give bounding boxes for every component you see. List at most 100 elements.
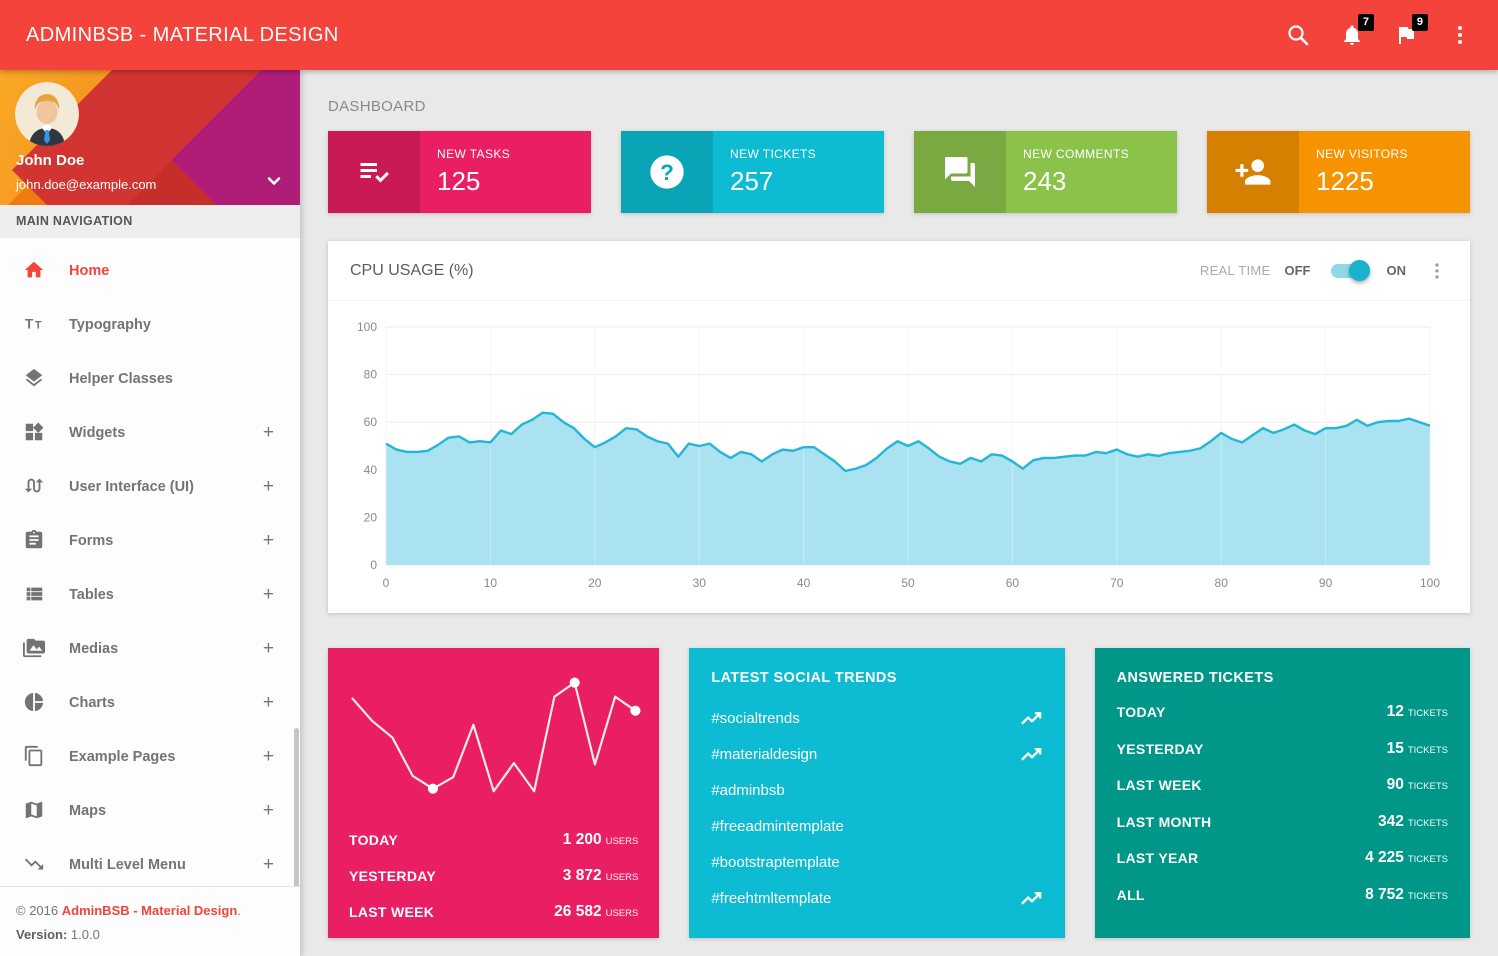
svg-text:20: 20: [364, 510, 378, 524]
notifications-badge: 7: [1358, 14, 1374, 31]
svg-text:T: T: [35, 320, 42, 332]
sidebar-item-user-interface[interactable]: User Interface (UI) +: [0, 460, 300, 514]
map-icon: [23, 799, 47, 823]
svg-text:70: 70: [1110, 576, 1124, 590]
svg-text:60: 60: [364, 415, 378, 429]
svg-text:80: 80: [364, 368, 378, 382]
social-trends-card: LATEST SOCIAL TRENDS #socialtrends #mate…: [689, 648, 1064, 938]
trending-up-icon: [1020, 888, 1043, 908]
ticket-row: ALL 8 752TICKETS: [1117, 877, 1448, 914]
trend-row[interactable]: #adminbsb: [711, 772, 1042, 808]
widgets-icon: [23, 421, 47, 445]
expand-plus-icon[interactable]: +: [263, 854, 274, 876]
expand-plus-icon[interactable]: +: [263, 692, 274, 714]
sidebar-item-helper-classes[interactable]: Helper Classes: [0, 352, 300, 406]
info-box-new-comments[interactable]: NEW COMMENTS 243: [914, 131, 1177, 213]
pie-chart-icon: [23, 691, 47, 715]
sidebar-scrollbar[interactable]: [294, 728, 299, 886]
info-box-label: NEW TICKETS: [730, 147, 816, 161]
page-title: DASHBOARD: [328, 98, 1470, 115]
expand-plus-icon[interactable]: +: [263, 476, 274, 498]
cpu-usage-chart: 0204060801000102030405060708090100: [334, 313, 1460, 605]
sidebar-item-typography[interactable]: TT Typography: [0, 298, 300, 352]
svg-text:50: 50: [901, 576, 915, 590]
real-time-toggle[interactable]: [1331, 264, 1367, 278]
sidebar-item-example-pages[interactable]: Example Pages +: [0, 730, 300, 784]
svg-text:T: T: [25, 317, 34, 332]
expand-plus-icon[interactable]: +: [263, 638, 274, 660]
search-icon[interactable]: [1286, 23, 1310, 47]
card-menu-more-vert-icon[interactable]: [1426, 260, 1448, 282]
playlist-check-icon: [328, 131, 420, 213]
info-box-new-tasks[interactable]: NEW TASKS 125: [328, 131, 591, 213]
sidebar-item-medias[interactable]: Medias +: [0, 622, 300, 676]
brand-link[interactable]: AdminBSB - Material Design: [62, 903, 238, 918]
cpu-card-header: CPU USAGE (%) REAL TIME OFF ON: [328, 241, 1470, 301]
more-vert-icon[interactable]: [1448, 23, 1472, 47]
cpu-usage-card: CPU USAGE (%) REAL TIME OFF ON 0 20 40 60 80…: [328, 241, 1470, 613]
expand-plus-icon[interactable]: +: [263, 746, 274, 768]
info-box-value: 1225: [1316, 166, 1408, 197]
toggle-on-label: ON: [1387, 263, 1407, 278]
trend-row[interactable]: #freeadmintemplate: [711, 808, 1042, 844]
info-box-value: 243: [1023, 166, 1129, 197]
layers-icon: [23, 367, 47, 391]
stat-row: TODAY 1 200USERS: [349, 822, 638, 858]
perm-media-icon: [23, 637, 47, 661]
notifications-bell-icon[interactable]: 7: [1340, 23, 1364, 47]
trend-row[interactable]: #socialtrends: [711, 700, 1042, 736]
svg-text:0: 0: [370, 558, 377, 572]
avatar: [15, 82, 79, 146]
expand-plus-icon[interactable]: +: [263, 530, 274, 552]
view-list-icon: [23, 583, 47, 607]
assignment-icon: [23, 529, 47, 553]
svg-text:30: 30: [693, 576, 707, 590]
sidebar-item-maps[interactable]: Maps +: [0, 784, 300, 838]
ticket-row: TODAY 12TICKETS: [1117, 694, 1448, 731]
sidebar-item-charts[interactable]: Charts +: [0, 676, 300, 730]
svg-text:?: ?: [660, 160, 674, 185]
content-copy-icon: [23, 745, 47, 769]
trend-row[interactable]: #freehtmltemplate: [711, 880, 1042, 916]
trending-up-icon: [1020, 744, 1043, 764]
version-label: Version:: [16, 927, 67, 942]
answered-tickets-card: ANSWERED TICKETS TODAY 12TICKETS YESTERD…: [1095, 648, 1470, 938]
expand-plus-icon[interactable]: +: [263, 800, 274, 822]
visitors-sparkline-chart: [328, 662, 659, 810]
info-box-row: NEW TASKS 125 ? NEW TICKETS 257 NEW COMM…: [328, 131, 1470, 213]
sidebar-item-multi-level-menu[interactable]: Multi Level Menu +: [0, 838, 300, 886]
sidebar-menu: Home TT Typography Helper Classes Widget…: [0, 238, 300, 886]
trending-up-icon: [1020, 708, 1043, 728]
bottom-cards-row: TODAY 1 200USERS YESTERDAY 3 872USERS LA…: [328, 648, 1470, 938]
trending-down-icon: [23, 853, 47, 877]
sidebar-item-widgets[interactable]: Widgets +: [0, 406, 300, 460]
info-box-new-tickets[interactable]: ? NEW TICKETS 257: [621, 131, 884, 213]
trends-card-title: LATEST SOCIAL TRENDS: [711, 670, 1042, 686]
info-box-label: NEW TASKS: [437, 147, 510, 161]
trend-row[interactable]: #materialdesign: [711, 736, 1042, 772]
sidebar: John Doe john.doe@example.com MAIN NAVIG…: [0, 70, 300, 956]
info-box-label: NEW VISITORS: [1316, 147, 1408, 161]
ticket-row: LAST MONTH 342TICKETS: [1117, 804, 1448, 841]
trend-row[interactable]: #bootstraptemplate: [711, 844, 1042, 880]
svg-text:100: 100: [1420, 576, 1440, 590]
info-box-value: 125: [437, 166, 510, 197]
tickets-card-title: ANSWERED TICKETS: [1117, 670, 1448, 686]
person-add-icon: [1207, 131, 1299, 213]
info-box-new-visitors[interactable]: NEW VISITORS 1225: [1207, 131, 1470, 213]
copyright-text: © 2016: [16, 903, 62, 918]
svg-text:40: 40: [364, 463, 378, 477]
typography-icon: TT: [23, 313, 47, 337]
flag-icon[interactable]: 9: [1394, 23, 1418, 47]
version-value: 1.0.0: [71, 927, 100, 942]
expand-plus-icon[interactable]: +: [263, 584, 274, 606]
sidebar-item-home[interactable]: Home: [0, 244, 300, 298]
sidebar-item-tables[interactable]: Tables +: [0, 568, 300, 622]
cpu-card-title: CPU USAGE (%): [350, 262, 474, 280]
expand-plus-icon[interactable]: +: [263, 422, 274, 444]
forum-icon: [914, 131, 1006, 213]
svg-text:60: 60: [1006, 576, 1020, 590]
chevron-down-icon[interactable]: [264, 171, 284, 191]
stat-row: LAST WEEK 26 582USERS: [349, 894, 638, 930]
sidebar-item-forms[interactable]: Forms +: [0, 514, 300, 568]
